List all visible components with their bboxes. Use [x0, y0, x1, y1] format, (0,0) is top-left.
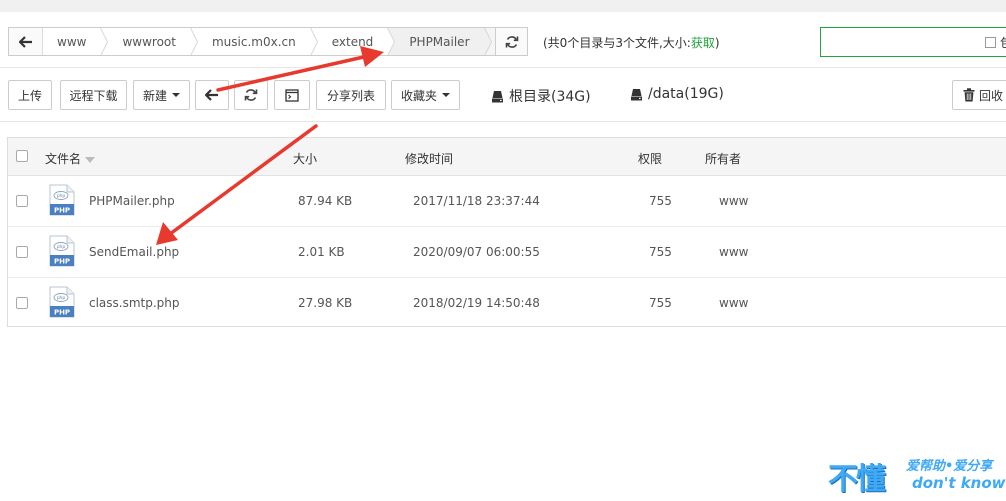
file-modified: 2017/11/18 23:37:44 — [413, 194, 540, 208]
disk-root-label: 根目录(34G) — [509, 89, 591, 105]
svg-text:PHP: PHP — [54, 258, 70, 266]
share-list-button[interactable]: 分享列表 — [316, 80, 386, 110]
svg-text:PHP: PHP — [54, 309, 70, 317]
upload-button[interactable]: 上传 — [8, 80, 52, 110]
back-button[interactable] — [195, 80, 229, 110]
include-subdir-label: 包 — [1000, 34, 1006, 51]
caret-down-icon — [172, 93, 180, 97]
file-permission[interactable]: 755 — [649, 296, 672, 310]
recycle-label: 回收 — [979, 88, 1004, 103]
file-permission[interactable]: 755 — [649, 245, 672, 259]
hard-drive-icon — [492, 90, 503, 102]
row-checkbox[interactable] — [16, 195, 28, 207]
sort-caret-icon — [85, 156, 96, 163]
hard-drive-icon — [631, 88, 642, 100]
column-header-owner[interactable]: 所有者 — [705, 150, 741, 167]
breadcrumb-item[interactable]: wwwroot — [100, 28, 198, 55]
recycle-bin-button[interactable]: 回收 — [952, 80, 1006, 110]
breadcrumb-item-current[interactable]: PHPMailer — [387, 28, 492, 55]
php-file-icon: php PHP — [49, 235, 75, 267]
favorites-label: 收藏夹 — [400, 88, 437, 103]
svg-text:php: php — [57, 295, 66, 301]
watermark-logo: 不懂 爱帮助•爱分享 don't know — [828, 452, 1006, 498]
refresh-button[interactable] — [234, 80, 268, 110]
file-name-link[interactable]: class.smtp.php — [89, 296, 180, 310]
terminal-button[interactable] — [274, 80, 310, 110]
file-permission[interactable]: 755 — [649, 194, 672, 208]
new-label: 新建 — [142, 88, 167, 103]
watermark-subtitle: don't know — [912, 474, 1006, 492]
column-header-permission[interactable]: 权限 — [638, 150, 662, 167]
disk-root-button[interactable]: 根目录(34G) — [491, 86, 591, 106]
favorites-dropdown-button[interactable]: 收藏夹 — [391, 80, 460, 110]
divider — [0, 67, 1006, 68]
file-owner[interactable]: www — [719, 245, 748, 259]
table-row[interactable]: php PHP PHPMailer.php 87.94 KB 2017/11/1… — [8, 176, 1006, 227]
file-modified: 2018/02/19 14:50:48 — [413, 296, 540, 310]
file-size: 2.01 KB — [298, 245, 345, 259]
trash-icon — [963, 88, 975, 102]
file-name-link[interactable]: PHPMailer.php — [89, 194, 175, 208]
file-owner[interactable]: www — [719, 194, 748, 208]
refresh-icon — [244, 89, 258, 101]
file-owner[interactable]: www — [719, 296, 748, 310]
breadcrumb-item[interactable]: www — [43, 28, 109, 55]
breadcrumb: www wwwroot music.m0x.cn extend PHPMaile… — [8, 27, 528, 56]
file-table: 文件名 大小 修改时间 权限 所有者 php PHP PHPMailer.php… — [7, 137, 1006, 327]
table-row[interactable]: php PHP class.smtp.php 27.98 KB 2018/02/… — [8, 278, 1006, 329]
php-file-icon: php PHP — [49, 184, 75, 216]
column-name-label: 文件名 — [45, 152, 82, 166]
row-checkbox[interactable] — [16, 246, 28, 258]
breadcrumb-item[interactable]: extend — [310, 28, 395, 55]
back-button[interactable] — [9, 28, 43, 55]
table-row[interactable]: php PHP SendEmail.php 2.01 KB 2020/09/07… — [8, 227, 1006, 278]
breadcrumb-item[interactable]: music.m0x.cn — [190, 28, 318, 55]
svg-text:PHP: PHP — [54, 207, 70, 215]
file-size: 27.98 KB — [298, 296, 353, 310]
disk-data-button[interactable]: /data(19G) — [630, 86, 724, 102]
file-name-link[interactable]: SendEmail.php — [89, 245, 179, 259]
get-size-link[interactable]: 获取 — [691, 36, 715, 50]
php-file-icon: php PHP — [49, 286, 75, 318]
column-header-modified[interactable]: 修改时间 — [405, 150, 453, 167]
table-header: 文件名 大小 修改时间 权限 所有者 — [8, 138, 1006, 176]
column-header-size[interactable]: 大小 — [293, 150, 317, 167]
watermark-slogan: 爱帮助•爱分享 — [906, 459, 993, 474]
arrow-left-icon — [18, 35, 32, 48]
caret-down-icon — [442, 93, 450, 97]
terminal-icon — [285, 88, 299, 102]
breadcrumb-refresh-button[interactable] — [495, 28, 527, 55]
directory-summary: (共0个目录与3个文件,大小:获取) — [543, 34, 720, 51]
arrow-left-icon — [205, 89, 218, 101]
disk-data-label: /data(19G) — [648, 86, 724, 102]
search-input[interactable]: 包 — [820, 27, 1006, 57]
column-header-name[interactable]: 文件名 — [45, 150, 96, 167]
file-modified: 2020/09/07 06:00:55 — [413, 245, 540, 259]
select-all-checkbox[interactable] — [16, 150, 28, 162]
file-size: 87.94 KB — [298, 194, 353, 208]
remote-download-button[interactable]: 远程下载 — [60, 80, 127, 110]
new-dropdown-button[interactable]: 新建 — [133, 80, 190, 110]
svg-text:php: php — [57, 193, 66, 199]
divider — [0, 121, 1006, 122]
watermark-big-text: 不懂 — [828, 462, 886, 497]
top-strip — [0, 0, 1006, 12]
refresh-icon — [505, 35, 518, 48]
svg-text:php: php — [57, 244, 66, 250]
summary-text: (共0个目录与3个文件,大小: — [543, 36, 691, 50]
include-subdir-checkbox[interactable] — [985, 37, 996, 48]
row-checkbox[interactable] — [16, 297, 28, 309]
summary-suffix: ) — [714, 36, 720, 50]
